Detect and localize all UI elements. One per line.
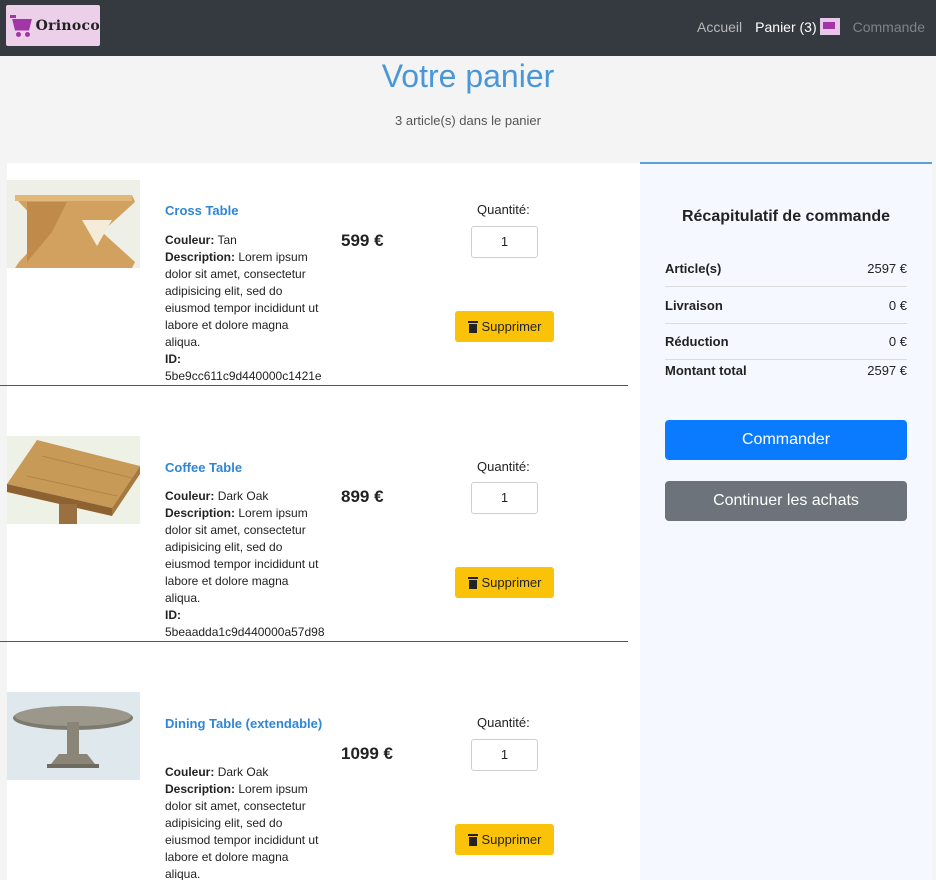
quantity-label: Quantité: <box>477 459 530 474</box>
total-label: Montant total <box>665 363 747 378</box>
shipping-label: Livraison <box>665 298 723 313</box>
quantity-input[interactable]: 1 <box>471 226 538 258</box>
quantity-label: Quantité: <box>477 202 530 217</box>
navbar: Orinoco Accueil Panier (3) Commande <box>0 0 936 56</box>
color-label: Couleur: <box>165 765 215 779</box>
product-description: Lorem ipsum dolor sit amet, consectetur … <box>165 250 319 349</box>
product-description: Lorem ipsum dolor sit amet, consectetur … <box>165 506 319 605</box>
articles-value: 2597 € <box>867 261 907 276</box>
delete-button[interactable]: Supprimer <box>455 567 554 598</box>
item-divider <box>0 385 628 386</box>
cart-icon <box>819 18 840 35</box>
product-price: 1099 € <box>341 744 393 763</box>
product-price: 899 € <box>341 487 384 506</box>
item-divider <box>0 641 628 642</box>
product-price: 599 € <box>341 231 384 250</box>
product-color: Dark Oak <box>217 489 269 503</box>
color-label: Couleur: <box>165 233 215 247</box>
product-image <box>7 692 140 780</box>
delete-button[interactable]: Supprimer <box>455 311 554 342</box>
color-label: Couleur: <box>165 489 215 503</box>
product-color: Dark Oak <box>217 765 269 779</box>
nav-cart-label: Panier (3) <box>755 19 817 35</box>
summary-divider <box>665 359 907 360</box>
nav-link-home[interactable]: Accueil <box>697 19 742 35</box>
product-color: Tan <box>217 233 237 247</box>
trash-icon <box>467 833 478 846</box>
quantity-input[interactable]: 1 <box>471 739 538 771</box>
cart-count-subtitle: 3 article(s) dans le panier <box>395 113 541 128</box>
product-image <box>7 180 140 268</box>
summary-row-articles: Article(s) 2597 € <box>665 261 907 276</box>
cart-list: Cross Table Couleur: Tan Description: Lo… <box>0 163 640 880</box>
delete-label: Supprimer <box>481 832 542 847</box>
continue-shopping-button[interactable]: Continuer les achats <box>665 481 907 521</box>
summary-divider <box>665 286 907 287</box>
summary-title: Récapitulatif de commande <box>681 208 891 225</box>
discount-label: Réduction <box>665 334 729 349</box>
product-name[interactable]: Dining Table (extendable) <box>165 714 335 733</box>
trash-icon <box>467 320 478 333</box>
product-details: Couleur: Tan Description: Lorem ipsum do… <box>165 232 325 385</box>
total-value: 2597 € <box>867 363 907 378</box>
quantity-input[interactable]: 1 <box>471 482 538 514</box>
product-name[interactable]: Coffee Table <box>165 458 335 477</box>
summary-row-total: Montant total 2597 € <box>665 363 907 378</box>
delete-label: Supprimer <box>481 319 542 334</box>
summary-divider <box>665 323 907 324</box>
description-label: Description: <box>165 506 236 520</box>
product-id: 5beaadda1c9d440000a57d98 <box>165 625 325 639</box>
id-label: ID: <box>165 352 181 366</box>
summary-row-discount: Réduction 0 € <box>665 334 907 349</box>
articles-label: Article(s) <box>665 261 722 276</box>
product-details: Couleur: Dark Oak Description: Lorem ips… <box>165 488 325 641</box>
brand-logo[interactable]: Orinoco <box>6 5 100 46</box>
order-button[interactable]: Commander <box>665 420 907 460</box>
trash-icon <box>467 576 478 589</box>
page-title: Votre panier <box>381 58 555 94</box>
order-summary: Récapitulatif de commande Article(s) 259… <box>640 162 932 880</box>
delete-label: Supprimer <box>481 575 542 590</box>
description-label: Description: <box>165 782 236 796</box>
logo-text: Orinoco <box>35 17 100 34</box>
shopping-cart-logo-icon <box>10 14 32 37</box>
description-label: Description: <box>165 250 236 264</box>
quantity-label: Quantité: <box>477 715 530 730</box>
product-image <box>7 436 140 524</box>
nav-link-order: Commande <box>852 18 925 35</box>
delete-button[interactable]: Supprimer <box>455 824 554 855</box>
product-name[interactable]: Cross Table <box>165 201 335 220</box>
nav-links: Accueil Panier (3) Commande <box>684 18 925 35</box>
product-details: Couleur: Dark Oak Description: Lorem ips… <box>165 764 325 880</box>
discount-value: 0 € <box>888 334 907 349</box>
id-label: ID: <box>165 608 181 622</box>
summary-row-shipping: Livraison 0 € <box>665 298 907 313</box>
product-id: 5be9cc611c9d440000c1421e <box>165 369 322 383</box>
shipping-value: 0 € <box>888 298 907 313</box>
product-description: Lorem ipsum dolor sit amet, consectetur … <box>165 782 319 880</box>
nav-link-cart[interactable]: Panier (3) <box>755 18 840 35</box>
